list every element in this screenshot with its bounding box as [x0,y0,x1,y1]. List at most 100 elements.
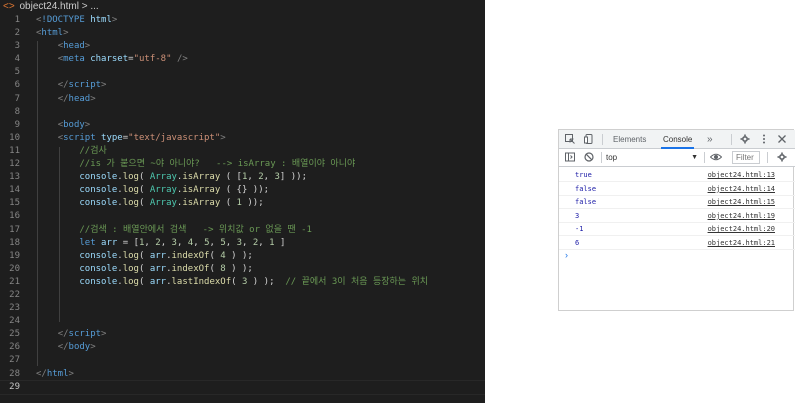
devtools-panel[interactable]: Elements Console » top ▼ Filter true obj… [558,129,795,311]
code-token: ( [138,263,150,274]
code-line[interactable]: 2 <html> [0,27,485,40]
source-link[interactable]: object24.html:13 [708,169,775,182]
code-token: ( [138,276,150,287]
code-token: charset [90,54,129,65]
code-line[interactable]: 24 [0,315,485,328]
clear-console-icon[interactable] [583,152,595,164]
code-line[interactable]: 4 <meta charset="utf-8" /> [0,53,485,66]
code-line[interactable]: 7 </head> [0,93,485,106]
code-token: = [ [117,237,139,248]
code-line[interactable]: 28 </html> [0,368,485,381]
code-line[interactable]: 3 <head> [0,40,485,53]
code-token: ( [231,276,242,287]
code-token: , [209,237,221,248]
line-code: console.log( Array.isArray ( [1, 2, 3] )… [36,171,307,184]
code-token: !DOCTYPE [41,15,85,25]
source-link[interactable]: object24.html:19 [708,210,775,223]
code-token: , [160,237,172,248]
code-line[interactable]: 11 //검사 [0,145,485,158]
code-line[interactable]: 1 <!DOCTYPE html> [0,14,485,27]
console-prompt[interactable]: › [565,250,568,260]
line-number: 6 [14,80,20,91]
code-line[interactable]: 27 [0,354,485,367]
source-link[interactable]: object24.html:14 [708,183,775,196]
code-line[interactable]: 29 [0,379,485,395]
settings-icon[interactable] [739,134,751,146]
source-link[interactable]: object24.html:15 [708,196,775,209]
source-link[interactable]: object24.html:20 [708,223,775,236]
code-line[interactable]: 25 </script> [0,328,485,341]
code-token: arr [149,276,167,287]
line-code: </script> [36,328,107,341]
line-number: 18 [9,237,20,248]
tab-console[interactable]: Console [661,130,695,149]
code-editor[interactable]: <> object24.html > ... 1 <!DOCTYPE html> 2… [0,0,485,403]
breadcrumb-rest[interactable]: > ... [82,1,99,12]
line-number: 4 [14,54,20,65]
code-line[interactable]: 12 //is 가 붙으면 ~야 아니야? --> isArray : 배열이야… [0,158,485,171]
code-token: , [242,237,253,248]
code-line[interactable]: 18 let arr = [1, 2, 3, 4, 5, 5, 3, 2, 1 … [0,237,485,250]
more-tabs-button[interactable]: » [705,130,715,149]
code-line[interactable]: 8 [0,106,485,119]
code-line[interactable]: 10 <script type="text/javascript"> [0,132,485,145]
code-line[interactable]: 16 [0,210,485,223]
code-line[interactable]: 15 console.log( Array.isArray ( 1 )); [0,197,485,210]
html-file-icon: <> [3,1,15,12]
line-code: </body> [36,341,96,354]
code-token: let [79,237,96,248]
breadcrumb-file[interactable]: object24.html [19,1,78,12]
line-code: console.log( arr.lastIndexOf( 3 ) ); // … [36,276,428,289]
code-line[interactable]: 20 console.log( arr.indexOf( 8 ) ); [0,263,485,276]
console-message: true object24.html:13 [559,169,795,182]
code-token: Array [149,198,177,209]
line-code: <meta charset="utf-8" /> [36,53,188,66]
code-line[interactable]: 14 console.log( Array.isArray ( {} )); [0,184,485,197]
code-line[interactable]: 22 [0,289,485,302]
line-number: 25 [9,329,20,340]
more-vert-icon[interactable] [758,134,770,146]
tab-elements[interactable]: Elements [611,130,648,149]
code-token: isArray [182,198,221,209]
editor-lines[interactable]: 1 <!DOCTYPE html> 2 <html> 3 <head> 4 <meta c… [0,14,485,395]
breadcrumb[interactable]: <> object24.html > ... [0,0,485,14]
close-icon[interactable] [776,134,788,146]
sidebar-toggle-icon[interactable] [564,152,576,164]
code-token: , [193,237,205,248]
inspect-icon[interactable] [564,134,576,146]
code-token: console [79,172,118,183]
code-line[interactable]: 23 [0,302,485,315]
code-token: arr [149,263,167,274]
code-line[interactable]: 5 [0,66,485,79]
filter-input[interactable] [732,151,760,164]
device-toggle-icon[interactable] [583,134,595,146]
context-selector[interactable]: top ▼ [606,152,698,164]
code-line[interactable]: 21 console.log( arr.lastIndexOf( 3 ) ); … [0,276,485,289]
line-code: <html> [36,27,69,40]
divider [601,152,602,163]
source-link[interactable]: object24.html:21 [708,237,775,250]
gear-icon[interactable] [776,152,788,164]
code-token: script [63,132,96,143]
code-line[interactable]: 6 </script> [0,79,485,92]
code-token: script [68,329,102,340]
code-line[interactable]: 26 </body> [0,341,485,354]
code-line[interactable]: 9 <body> [0,119,485,132]
line-number: 2 [14,28,20,39]
eye-icon[interactable] [709,152,723,164]
code-line[interactable]: 13 console.log( Array.isArray ( [1, 2, 3… [0,171,485,184]
code-line[interactable]: 19 console.log( arr.indexOf( 4 ) ); [0,250,485,263]
line-number: 27 [9,355,20,366]
line-number: 10 [9,132,20,143]
code-line[interactable]: 17 //검색 : 배열안에서 검색 -> 위치값 or 없을 땐 -1 [0,224,485,237]
line-code: <script type="text/javascript"> [36,132,226,145]
code-token: indexOf [171,250,210,261]
code-token: , [144,237,156,248]
code-token: ( [138,250,150,261]
